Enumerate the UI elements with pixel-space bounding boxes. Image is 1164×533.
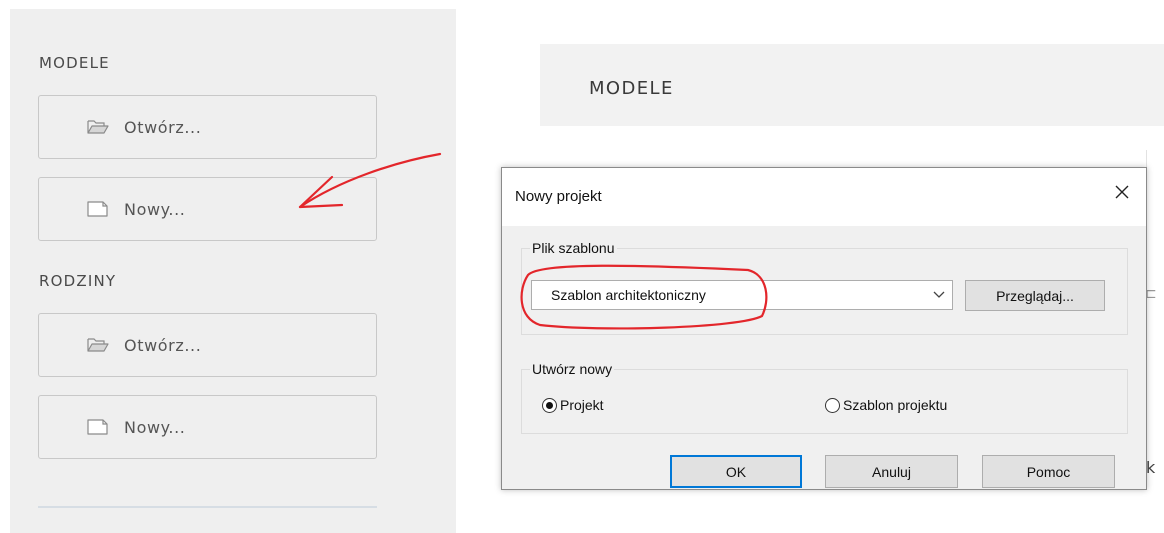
- template-group-label: Plik szablonu: [530, 240, 617, 256]
- radio-project-indicator: [542, 397, 557, 413]
- models-new-button[interactable]: Nowy...: [38, 177, 377, 241]
- folder-open-icon: [87, 336, 109, 354]
- radio-project-label: Projekt: [560, 397, 604, 413]
- close-button[interactable]: [1110, 180, 1134, 204]
- new-project-dialog: Nowy projekt Plik szablonu Szablon archi…: [501, 167, 1147, 490]
- families-open-button[interactable]: Otwórz...: [38, 313, 377, 377]
- radio-project[interactable]: Projekt: [542, 397, 604, 413]
- dialog-titlebar: Nowy projekt: [502, 168, 1146, 226]
- models-open-label: Otwórz...: [124, 117, 202, 137]
- radio-project-template[interactable]: Szablon projektu: [825, 397, 947, 413]
- template-select[interactable]: Szablon architektoniczny: [531, 280, 953, 310]
- create-group-label: Utwórz nowy: [530, 361, 615, 377]
- cancel-button[interactable]: Anuluj: [825, 455, 958, 488]
- new-file-icon: [87, 200, 109, 218]
- right-models-header: MODELE: [540, 44, 1164, 126]
- dialog-title: Nowy projekt: [515, 188, 602, 205]
- chevron-down-icon: [933, 291, 945, 298]
- families-section-title: RODZINY: [39, 272, 117, 290]
- models-new-label: Nowy...: [124, 199, 186, 219]
- section-divider: [38, 506, 377, 508]
- families-new-label: Nowy...: [124, 417, 186, 437]
- browse-button[interactable]: Przeglądaj...: [965, 280, 1105, 311]
- template-select-value: Szablon architektoniczny: [551, 287, 706, 303]
- radio-template-indicator: [825, 397, 840, 413]
- radio-template-label: Szablon projektu: [843, 397, 948, 413]
- left-panel: MODELE Otwórz... Nowy... RODZINY Otwórz.…: [10, 9, 456, 533]
- families-open-label: Otwórz...: [124, 335, 202, 355]
- families-new-button[interactable]: Nowy...: [38, 395, 377, 459]
- models-open-button[interactable]: Otwórz...: [38, 95, 377, 159]
- help-button[interactable]: Pomoc: [982, 455, 1115, 488]
- right-partial-text: k: [1146, 458, 1156, 477]
- ok-button[interactable]: OK: [670, 455, 802, 488]
- models-section-title: MODELE: [39, 54, 110, 72]
- new-file-icon: [87, 418, 109, 436]
- right-models-title: MODELE: [589, 78, 674, 99]
- close-icon: [1115, 185, 1129, 199]
- folder-open-icon: [87, 118, 109, 136]
